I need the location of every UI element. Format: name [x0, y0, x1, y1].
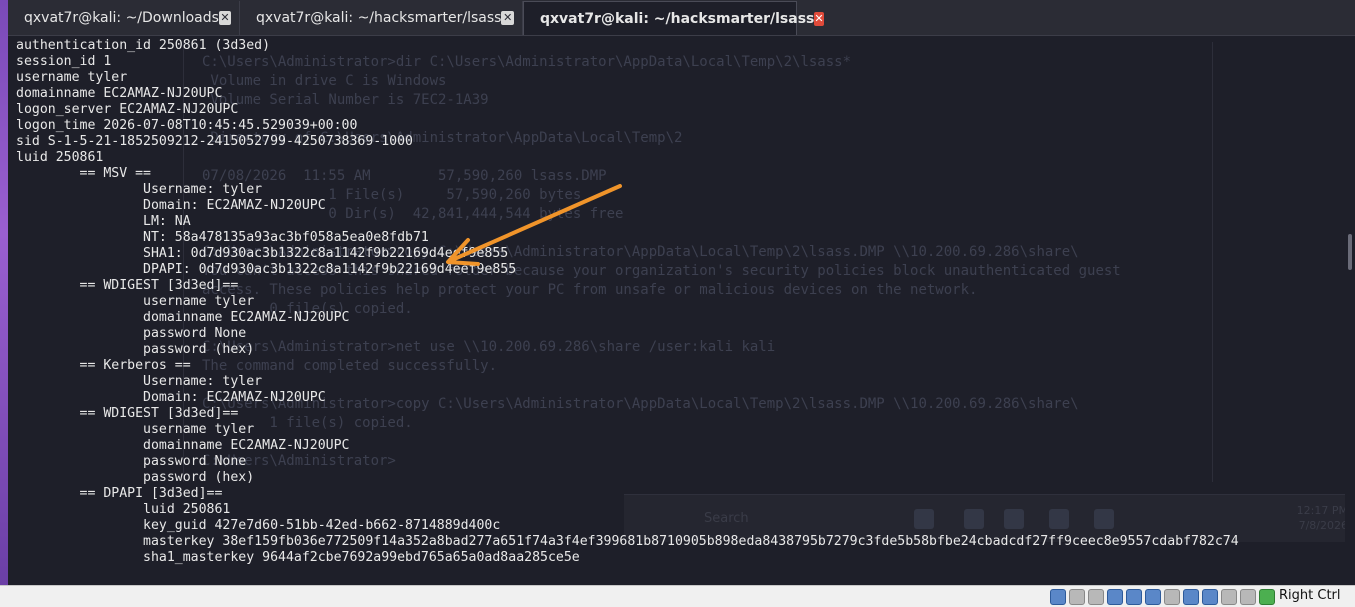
tab-label: qxvat7r@kali: ~/hacksmarter/lsass	[256, 10, 502, 26]
terminal-line: Username: tyler	[16, 374, 263, 389]
display-icon[interactable]	[1183, 589, 1199, 605]
terminal-line: luid 250861	[16, 150, 104, 165]
scrollbar-thumb[interactable]	[1348, 234, 1352, 270]
terminal-line: authentication_id 250861 (3d3ed)	[16, 38, 271, 53]
terminal-line: username tyler	[16, 422, 255, 437]
vm-status-icons	[1050, 589, 1275, 605]
disk-icon[interactable]	[1050, 589, 1066, 605]
terminal-line: sha1_masterkey 9644af2cbe7692a99ebd765a6…	[16, 550, 580, 565]
close-icon[interactable]: ✕	[218, 11, 231, 25]
terminal-line: sid S-1-5-21-1852509212-2415052799-42507…	[16, 134, 413, 149]
terminal-line: domainname EC2AMAZ-NJ20UPC	[16, 438, 350, 453]
close-icon[interactable]: ✕	[501, 11, 514, 25]
network-icon[interactable]	[1126, 589, 1142, 605]
mouse-integration-icon[interactable]	[1221, 589, 1237, 605]
host-key-label: Right Ctrl	[1279, 588, 1341, 603]
terminal-output[interactable]: C:\Users\Administrator>dir C:\Users\Admi…	[8, 36, 1355, 585]
terminal-line: domainname EC2AMAZ-NJ20UPC	[16, 310, 350, 325]
shared-folder-icon[interactable]	[1164, 589, 1180, 605]
annotation-arrow	[446, 184, 622, 266]
terminal-line: == DPAPI [3d3ed]==	[16, 486, 223, 501]
terminal-lines: authentication_id 250861 (3d3ed) session_…	[16, 38, 1239, 566]
terminal-line: Domain: EC2AMAZ-NJ20UPC	[16, 390, 326, 405]
terminal-line: domainname EC2AMAZ-NJ20UPC	[16, 86, 223, 101]
optical-drive-icon[interactable]	[1069, 589, 1085, 605]
clock-time: 12:17 PM	[1296, 504, 1348, 517]
terminal-line: password (hex)	[16, 470, 255, 485]
terminal-line: session_id 1	[16, 54, 112, 69]
tab-label: qxvat7r@kali: ~/hacksmarter/lsass	[540, 10, 815, 27]
terminal-line: logon_time 2026-07-08T10:45:45.529039+00…	[16, 118, 358, 133]
clock-date: 7/8/2026	[1298, 519, 1348, 532]
terminal-scrollbar[interactable]	[1345, 36, 1355, 585]
terminal-line: == WDIGEST [3d3ed]==	[16, 406, 239, 421]
floppy-icon[interactable]	[1088, 589, 1104, 605]
tab-bar: qxvat7r@kali: ~/Downloads ✕ qxvat7r@kali…	[8, 0, 1355, 36]
taskbar-clock: 12:17 PM 7/8/2026	[1297, 503, 1348, 533]
terminal-line: username tyler	[16, 294, 255, 309]
terminal-line: key_guid 427e7d60-51bb-42ed-b662-8714889…	[16, 518, 501, 533]
tab-lsass-1[interactable]: qxvat7r@kali: ~/hacksmarter/lsass ✕	[240, 1, 523, 35]
terminal-line: password (hex)	[16, 342, 255, 357]
terminal-line: password None	[16, 326, 247, 341]
terminal-line: masterkey 38ef159fb036e772509f14a352a8ba…	[16, 534, 1239, 549]
vm-status-bar: Right Ctrl	[0, 585, 1355, 607]
terminal-line: luid 250861	[16, 502, 231, 517]
recording-icon[interactable]	[1202, 589, 1218, 605]
terminal-line: == Kerberos ==	[16, 358, 191, 373]
tab-downloads[interactable]: qxvat7r@kali: ~/Downloads ✕	[8, 1, 240, 35]
usb-icon[interactable]	[1145, 589, 1161, 605]
tab-lsass-active[interactable]: qxvat7r@kali: ~/hacksmarter/lsass ✕	[523, 1, 824, 35]
terminal-line: == WDIGEST [3d3ed]==	[16, 278, 239, 293]
terminal-line: password None	[16, 454, 247, 469]
keyboard-icon[interactable]	[1240, 589, 1256, 605]
close-icon[interactable]: ✕	[814, 11, 824, 26]
audio-icon[interactable]	[1107, 589, 1123, 605]
terminal-line: logon_server EC2AMAZ-NJ20UPC	[16, 102, 239, 117]
host-key-icon[interactable]	[1259, 589, 1275, 605]
desktop-edge	[0, 0, 8, 585]
terminal-line: username tyler	[16, 70, 128, 85]
tab-label: qxvat7r@kali: ~/Downloads	[24, 10, 219, 26]
